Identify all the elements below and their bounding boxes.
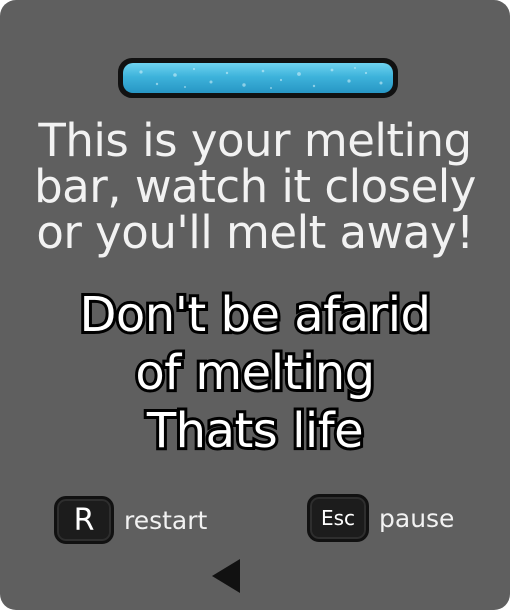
motto-line: of melting xyxy=(132,342,378,404)
bubbles-texture xyxy=(139,67,383,89)
esc-key-button[interactable]: Esc xyxy=(307,494,369,542)
instruction-line: bar, watch it closely xyxy=(34,160,476,213)
triangle-left-icon xyxy=(212,559,240,593)
pause-label: pause xyxy=(379,503,455,533)
motto-line: Thats life xyxy=(144,400,367,462)
instruction-line: or you'll melt away! xyxy=(36,206,474,259)
motto-text: Don't be afarid of melting Thats life xyxy=(0,284,510,462)
melting-bar-instructions: This is your melting bar, watch it close… xyxy=(0,118,510,256)
instruction-line: This is your melting xyxy=(38,114,472,167)
back-button[interactable] xyxy=(208,556,244,596)
game-panel: This is your melting bar, watch it close… xyxy=(0,0,510,610)
r-key-button[interactable]: R xyxy=(54,496,114,544)
restart-label: restart xyxy=(124,505,208,535)
restart-control[interactable]: R restart xyxy=(54,496,207,544)
melting-bar xyxy=(118,58,398,98)
motto-line: Don't be afarid xyxy=(76,284,434,346)
melting-bar-fill xyxy=(123,63,393,93)
pause-control[interactable]: Esc pause xyxy=(307,494,454,542)
